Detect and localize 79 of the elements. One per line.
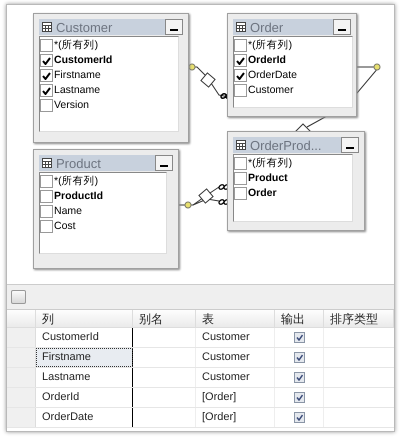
minimize-icon [346,147,354,149]
table-cell[interactable]: CustomerId [36,328,133,347]
table-card[interactable]: Order *(所有列) OrderId OrderDate Customer [227,13,357,117]
column-name: ProductId [54,188,103,204]
table-title: Order [250,20,284,34]
column-name: Firstname [54,68,101,83]
checkbox[interactable] [234,172,247,185]
column-name: *(所有列) [248,38,292,53]
checkbox[interactable] [40,220,53,233]
table-cell[interactable]: Customer [196,348,275,367]
table-icon [236,140,246,150]
table-title: OrderProd... [250,138,323,152]
table-cell[interactable]: [Order] [196,388,275,407]
column-name: OrderId [248,52,286,68]
output-checkbox[interactable] [294,372,304,383]
output-checkbox[interactable] [294,352,304,363]
column-name: Product [248,170,288,186]
column-header[interactable]: 排序类型 [324,310,394,327]
column-name: Customer [248,82,294,98]
checkbox[interactable] [40,54,53,67]
table-icon [42,158,52,168]
column-name: Order [248,186,277,201]
column-name: *(所有列) [54,174,98,189]
checkbox[interactable] [40,39,53,52]
checkbox[interactable] [234,157,247,170]
column-header[interactable]: 列 [36,310,133,327]
checkbox[interactable] [40,190,53,203]
table-icon [42,22,52,32]
column-header[interactable]: 表 [196,310,275,327]
column-name: *(所有列) [54,38,98,53]
minimize-button[interactable] [165,19,183,35]
checkbox[interactable] [234,187,247,200]
table-cell[interactable]: Customer [196,368,275,387]
table-card[interactable]: OrderProd... *(所有列) Product Order [227,131,365,231]
minimize-icon [170,29,178,31]
column-name: OrderDate [248,68,298,83]
table-cell[interactable]: Customer [196,328,275,347]
table-cell[interactable]: Firstname [36,348,133,367]
table-title: Customer [56,20,114,34]
table-icon [236,22,246,32]
checkmark-icon [296,394,302,401]
minimize-button[interactable] [341,137,359,153]
checkbox[interactable] [234,54,247,67]
table-card[interactable]: Customer *(所有列) CustomerId Firstname Lastname Version [33,13,189,143]
checkmark-icon [296,354,302,361]
column-name: Cost [54,218,76,234]
toggle-button[interactable] [11,290,26,304]
checkbox[interactable] [40,99,53,112]
table-card[interactable]: Product *(所有列) ProductId Name Cost [33,149,179,269]
relationship-drawing [176,184,230,208]
checkbox[interactable] [234,69,247,82]
checkbox[interactable] [40,175,53,188]
column-header[interactable]: 输出 [275,310,324,327]
minimize-icon [160,165,168,167]
output-checkbox[interactable] [294,392,304,403]
table-cell[interactable]: OrderId [36,388,133,407]
minimize-button[interactable] [333,19,351,35]
table-cell[interactable]: Lastname [36,368,133,387]
checkbox[interactable] [234,39,247,52]
checkmark-icon [296,374,302,381]
column-header[interactable]: 别名 [133,310,196,327]
output-checkbox[interactable] [294,412,304,423]
minimize-button[interactable] [155,155,173,171]
table-title: Product [56,156,102,170]
column-name: Lastname [54,82,100,98]
column-name: CustomerId [54,52,112,68]
checkbox[interactable] [40,205,53,218]
table-cell[interactable]: OrderDate [36,408,133,427]
column-name: Name [54,204,82,219]
column-name: *(所有列) [248,156,292,171]
checkmark-icon [296,414,302,421]
checkbox[interactable] [234,84,247,97]
checkbox[interactable] [40,84,53,97]
minimize-icon [338,29,346,31]
checkbox[interactable] [40,69,53,82]
column-name: Version [54,98,90,113]
output-checkbox[interactable] [294,332,304,343]
checkmark-icon [296,334,302,341]
table-cell[interactable]: [Order] [196,408,275,427]
